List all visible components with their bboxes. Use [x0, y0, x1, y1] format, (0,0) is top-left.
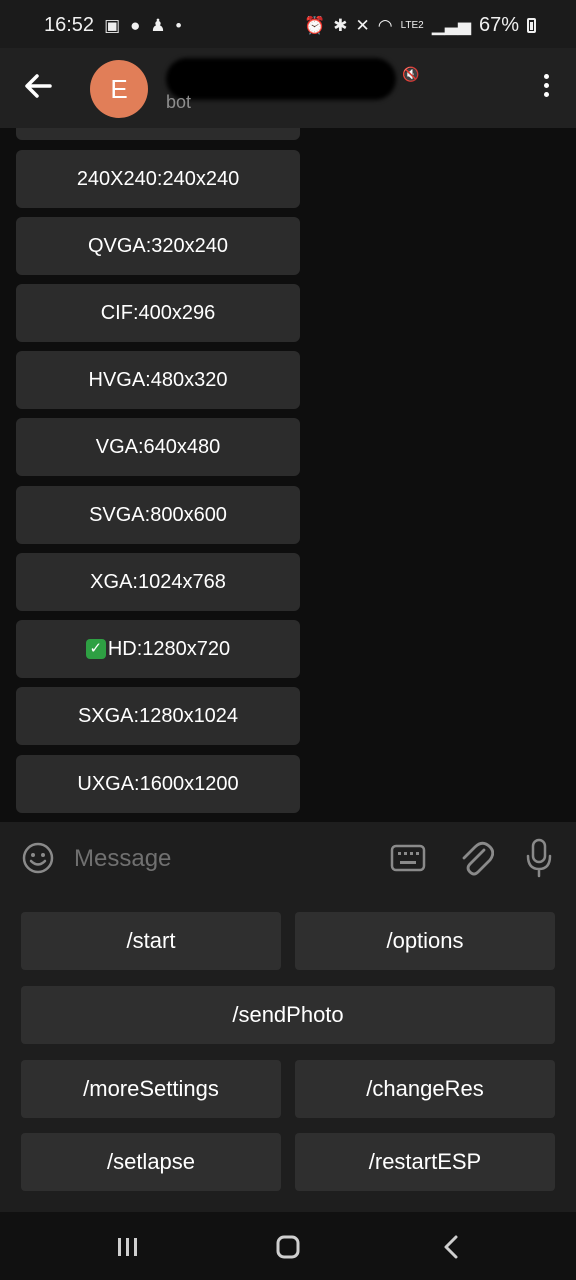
attachment-icon[interactable]: [458, 838, 494, 878]
mute-status-icon: ✕: [355, 15, 370, 35]
app-notification-icon: ♟: [150, 15, 166, 35]
home-icon[interactable]: [268, 1232, 308, 1262]
bluetooth-icon: ✱: [333, 15, 348, 35]
inline-button-uxga[interactable]: UXGA:1600x1200: [16, 755, 300, 813]
inline-button-cif[interactable]: CIF:400x296: [16, 284, 300, 342]
recent-apps-icon[interactable]: [108, 1232, 148, 1262]
battery-percent: 67%: [478, 14, 519, 36]
setlapse-command-button[interactable]: /setlapse: [21, 1133, 281, 1191]
chat-header: E 🔇 bot: [0, 48, 576, 128]
more-options-icon[interactable]: [540, 74, 552, 104]
back-nav-icon[interactable]: [430, 1232, 470, 1262]
inline-button-svga[interactable]: SVGA:800x600: [16, 486, 300, 544]
signal-icon: ▁▃▅: [431, 15, 471, 35]
emoji-icon[interactable]: [20, 840, 56, 876]
chat-name-redacted[interactable]: [166, 58, 396, 100]
more-settings-command-button[interactable]: /moreSettings: [21, 1060, 281, 1118]
inline-button-hvga[interactable]: HVGA:480x320: [16, 351, 300, 409]
battery-icon: [527, 18, 536, 33]
avatar[interactable]: E: [90, 60, 148, 118]
status-bar: 16:52 ▣ ● ♟ • ⏰ ✱ ✕ ◠ LTE2 ▁▃▅ 67%: [0, 0, 576, 48]
message-composer: [0, 822, 576, 894]
message-input[interactable]: [72, 838, 376, 880]
gallery-icon: ▣: [104, 15, 121, 35]
inline-button-partial[interactable]: [16, 128, 300, 140]
change-res-command-button[interactable]: /changeRes: [295, 1060, 555, 1118]
more-notifications-icon: •: [175, 15, 182, 35]
wifi-icon: ◠: [377, 15, 393, 35]
inline-button-xga[interactable]: XGA:1024x768: [16, 553, 300, 611]
bot-reply-keyboard: /start /options /sendPhoto /moreSettings…: [0, 894, 576, 1212]
start-command-button[interactable]: /start: [21, 912, 281, 970]
inline-button-vga[interactable]: VGA:640x480: [16, 418, 300, 476]
back-arrow-icon[interactable]: [20, 68, 56, 104]
bulb-icon: ●: [130, 15, 141, 35]
send-photo-command-button[interactable]: /sendPhoto: [21, 986, 555, 1044]
muted-icon: 🔇: [402, 66, 420, 82]
inline-button-qvga[interactable]: QVGA:320x240: [16, 217, 300, 275]
check-mark-icon: ✓: [85, 639, 106, 659]
microphone-icon[interactable]: [524, 836, 554, 880]
status-right: ⏰ ✱ ✕ ◠ LTE2 ▁▃▅ 67%: [304, 14, 536, 37]
inline-button-240x240[interactable]: 240X240:240x240: [16, 150, 300, 208]
keyboard-icon[interactable]: [390, 842, 426, 874]
chat-area: 240X240:240x240 QVGA:320x240 CIF:400x296…: [0, 128, 576, 822]
options-command-button[interactable]: /options: [295, 912, 555, 970]
system-nav-bar: [0, 1212, 576, 1280]
status-left: 16:52 ▣ ● ♟ •: [44, 14, 182, 37]
inline-button-hd[interactable]: ✓ HD:1280x720: [16, 620, 300, 678]
alarm-icon: ⏰: [304, 15, 326, 35]
network-label: LTE2: [400, 19, 424, 31]
status-time: 16:52: [44, 14, 95, 36]
restart-esp-command-button[interactable]: /restartESP: [295, 1133, 555, 1191]
chat-subtitle: bot: [166, 92, 192, 112]
inline-button-sxga[interactable]: SXGA:1280x1024: [16, 687, 300, 745]
